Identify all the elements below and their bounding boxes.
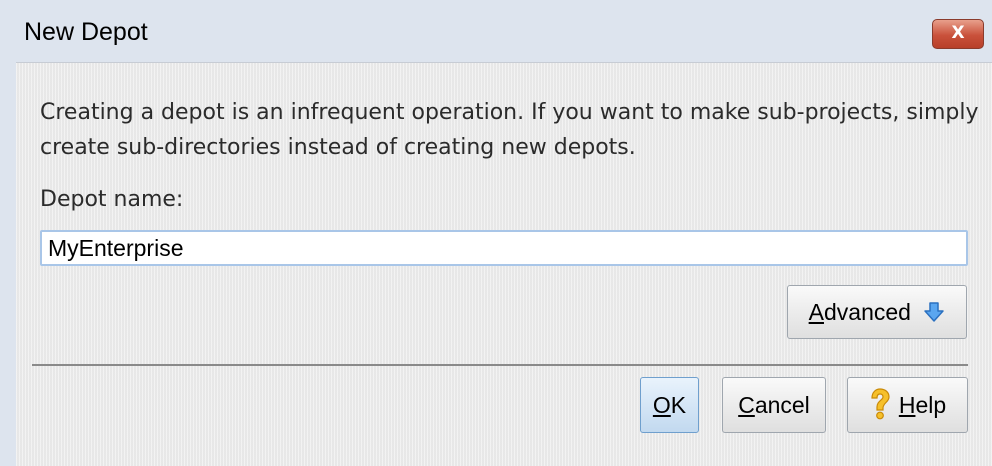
ok-mnemonic: O	[652, 392, 671, 418]
advanced-label: dvanced	[823, 299, 911, 325]
help-mnemonic: H	[898, 392, 916, 418]
close-button[interactable]: X	[932, 19, 984, 49]
advanced-mnemonic: A	[808, 299, 824, 325]
dialog-body: Creating a depot is an infrequent operat…	[16, 62, 992, 466]
info-message: Creating a depot is an infrequent operat…	[40, 100, 979, 160]
help-label: elp	[915, 392, 947, 418]
advanced-button[interactable]: Advanced	[787, 285, 967, 339]
cancel-mnemonic: C	[738, 392, 755, 418]
cancel-button[interactable]: Cancel	[722, 377, 826, 433]
close-icon: X	[951, 23, 965, 43]
depot-name-input[interactable]	[40, 230, 968, 266]
ok-button[interactable]: OK	[640, 377, 699, 433]
help-button[interactable]: Help	[847, 377, 968, 433]
question-mark-icon	[871, 388, 890, 420]
ok-label: K	[670, 392, 687, 418]
window-title: New Depot	[24, 18, 148, 46]
arrow-down-icon	[924, 302, 945, 322]
cancel-label: ancel	[754, 392, 810, 418]
title-bar[interactable]: New Depot X	[0, 0, 992, 62]
depot-name-label: Depot name:	[40, 187, 184, 212]
button-separator	[32, 364, 968, 366]
new-depot-dialog: New Depot X Creating a depot is an infre…	[0, 0, 992, 466]
